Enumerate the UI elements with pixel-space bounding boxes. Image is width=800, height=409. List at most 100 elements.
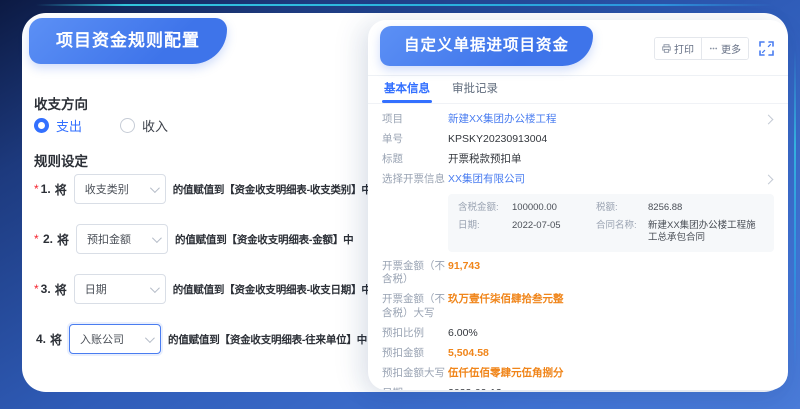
field-amount-excl-caps: 开票金额（不含税）大写 玖万壹仟柒佰肆拾叁元整	[382, 293, 774, 319]
print-button[interactable]: 打印	[655, 38, 701, 59]
radio-expense-label: 支出	[56, 116, 82, 135]
rule-number: 4.	[36, 332, 46, 346]
contract-label: 合同名称:	[596, 220, 644, 244]
invoice-company-link[interactable]: XX集团有限公司	[448, 173, 757, 186]
rule-number: 3.	[41, 282, 51, 296]
select-value: 预扣金额	[87, 231, 131, 247]
more-button[interactable]: 更多	[701, 38, 748, 59]
print-button-label: 打印	[674, 41, 694, 56]
radio-income-label: 收入	[142, 116, 168, 135]
rule-field-select-1[interactable]: 收支类别	[74, 174, 166, 204]
project-link[interactable]: 新建XX集团办公楼工程	[448, 113, 757, 126]
tax-incl-label: 含税金额:	[458, 202, 508, 214]
required-asterisk: *	[34, 282, 39, 296]
tab-approval-record[interactable]: 审批记录	[452, 80, 498, 103]
rules-label: 规则设定	[34, 150, 88, 170]
field-label: 开票金额（不含税）	[382, 260, 448, 286]
select-value: 入账公司	[80, 331, 124, 347]
field-label: 预扣金额大写	[382, 367, 448, 380]
rule-suffix: 的值赋值到【资金收支明细表-金额】中	[175, 232, 353, 247]
rule-field-select-3[interactable]: 日期	[74, 274, 166, 304]
document-detail-card: 自定义单据进项目资金 打印	[368, 20, 788, 390]
tax-value: 8256.88	[648, 202, 764, 214]
invoice-summary-box: 含税金额: 100000.00 税额: 8256.88 日期: 2022-07-…	[448, 194, 774, 253]
rule-number: 1.	[41, 182, 51, 196]
field-value: 2023-09-13	[448, 387, 774, 390]
radio-unselected-icon	[120, 118, 135, 133]
field-value: 6.00%	[448, 327, 774, 340]
chevron-down-icon	[150, 183, 160, 193]
tax-incl-value: 100000.00	[512, 202, 592, 214]
rule-suffix: 的值赋值到【资金收支明细表-收支日期】中	[173, 282, 372, 297]
field-label: 预扣金额	[382, 347, 448, 360]
field-amount-excl: 开票金额（不含税） 91,743	[382, 260, 774, 286]
invoice-date-value: 2022-07-05	[512, 220, 592, 244]
field-withhold-ratio: 预扣比例 6.00%	[382, 327, 774, 340]
chevron-down-icon	[150, 283, 160, 293]
rule-suffix: 的值赋值到【资金收支明细表-收支类别】中	[173, 182, 372, 197]
more-icon	[709, 44, 718, 53]
chevron-right-icon[interactable]	[764, 115, 774, 125]
rule-row-3: * 3. 将 日期 的值赋值到【资金收支明细表-收支日期】中	[34, 273, 364, 305]
chevron-down-icon	[145, 333, 155, 343]
field-withhold-amount: 预扣金额 5,504.58	[382, 347, 774, 360]
rule-verb: 将	[50, 331, 62, 348]
field-label: 选择开票信息	[382, 173, 448, 186]
invoice-date-label: 日期:	[458, 220, 508, 244]
field-value: 开票税款预扣单	[448, 153, 774, 166]
field-date: 日期 2023-09-13	[382, 387, 774, 390]
field-invoice-info: 选择开票信息 XX集团有限公司	[382, 173, 774, 186]
detail-fields: 项目 新建XX集团办公楼工程 单号 KPSKY20230913004 标题 开票…	[368, 104, 788, 390]
field-value: 5,504.58	[448, 347, 774, 360]
left-panel-title: 项目资金规则配置	[29, 18, 227, 64]
field-value: KPSKY20230913004	[448, 133, 774, 146]
tax-label: 税额:	[596, 202, 644, 214]
content-canvas: 项目资金规则配置 收支方向 支出 收入 规则设定 * 1. 将	[22, 13, 788, 392]
more-button-label: 更多	[721, 41, 741, 56]
select-value: 日期	[85, 281, 107, 297]
right-panel-title: 自定义单据进项目资金	[380, 26, 593, 66]
rule-row-1: * 1. 将 收支类别 的值赋值到【资金收支明细表-收支类别】中	[34, 173, 364, 205]
field-label: 日期	[382, 387, 448, 390]
rule-number: 2.	[43, 232, 53, 246]
radio-selected-icon	[34, 118, 49, 133]
field-value: 玖万壹仟柒佰肆拾叁元整	[448, 293, 774, 306]
radio-expense[interactable]: 支出	[34, 116, 82, 135]
field-value: 91,743	[448, 260, 774, 273]
field-value: 伍仟伍佰零肆元伍角捌分	[448, 367, 774, 380]
field-label: 预扣比例	[382, 327, 448, 340]
rule-verb: 将	[55, 181, 67, 198]
field-label: 项目	[382, 113, 448, 126]
direction-radio-group: 支出 收入	[34, 116, 168, 135]
required-asterisk: *	[34, 182, 39, 196]
field-title: 标题 开票税款预扣单	[382, 153, 774, 166]
rule-field-select-4[interactable]: 入账公司	[69, 324, 161, 354]
chevron-down-icon	[152, 233, 162, 243]
contract-value: 新建XX集团办公楼工程施工总承包合同	[648, 220, 764, 244]
page-background: 项目资金规则配置 收支方向 支出 收入 规则设定 * 1. 将	[0, 0, 800, 409]
document-header: 自定义单据进项目资金 打印	[368, 20, 788, 76]
decorative-right-line	[794, 50, 796, 369]
fullscreen-icon[interactable]	[758, 40, 775, 57]
detail-tabs: 基本信息 审批记录	[368, 76, 788, 104]
toolbar-button-group: 打印 更多	[654, 37, 749, 60]
chevron-right-icon[interactable]	[764, 175, 774, 185]
field-label: 标题	[382, 153, 448, 166]
rule-row-4: 4. 将 入账公司 的值赋值到【资金收支明细表-往来单位】中	[34, 323, 364, 355]
required-asterisk: *	[34, 232, 41, 246]
select-value: 收支类别	[85, 181, 129, 197]
decorative-top-line	[36, 4, 774, 6]
printer-icon	[662, 44, 671, 53]
tab-basic-info[interactable]: 基本信息	[384, 80, 430, 103]
rule-verb: 将	[55, 281, 67, 298]
field-doc-no: 单号 KPSKY20230913004	[382, 133, 774, 146]
field-label: 单号	[382, 133, 448, 146]
rule-row-2: * 2. 将 预扣金额 的值赋值到【资金收支明细表-金额】中	[34, 223, 364, 255]
document-toolbar: 打印 更多	[654, 37, 775, 60]
field-project: 项目 新建XX集团办公楼工程	[382, 113, 774, 126]
field-label: 开票金额（不含税）大写	[382, 293, 448, 319]
rule-field-select-2[interactable]: 预扣金额	[76, 224, 168, 254]
direction-label: 收支方向	[34, 93, 88, 113]
radio-income[interactable]: 收入	[120, 116, 168, 135]
rule-suffix: 的值赋值到【资金收支明细表-往来单位】中	[168, 332, 367, 347]
